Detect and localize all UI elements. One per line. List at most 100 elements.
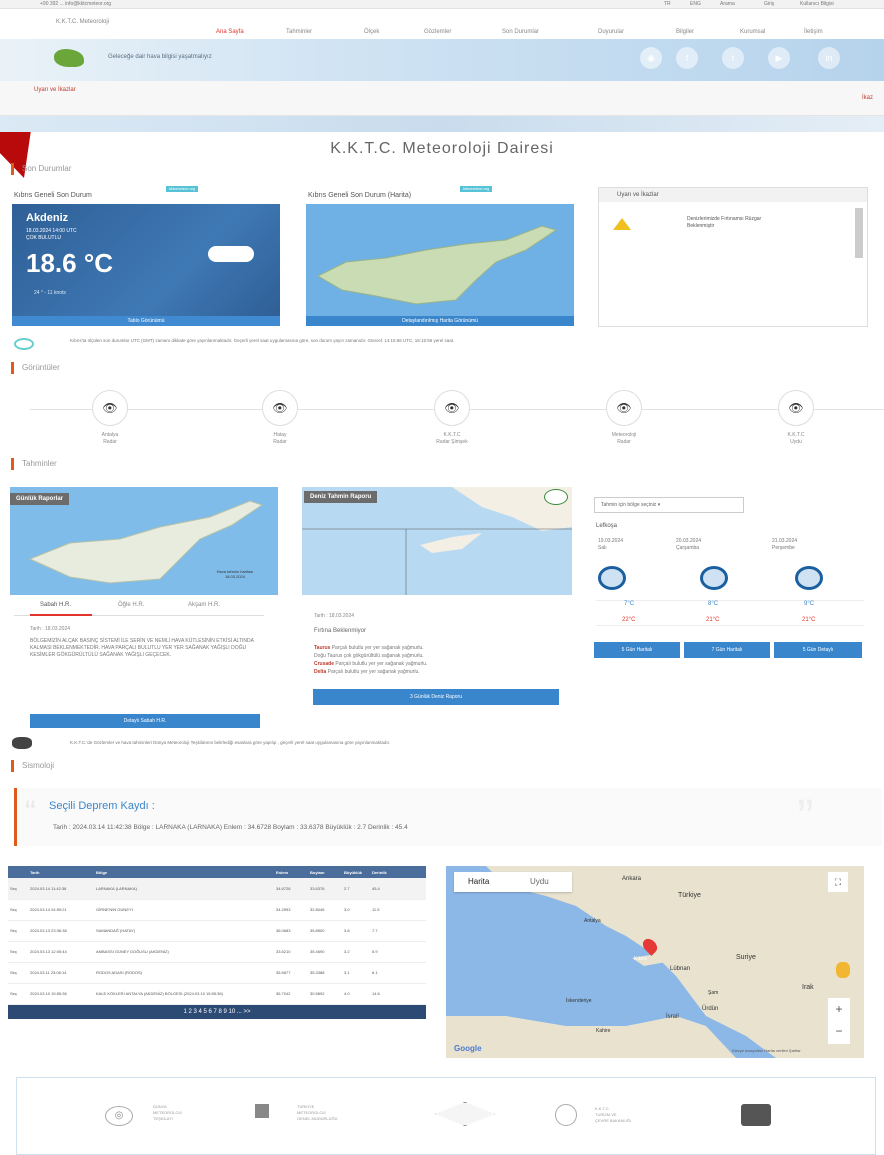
- tab-morning[interactable]: Sabah H.R.: [40, 602, 71, 608]
- warning-text[interactable]: Denizlerimizde Fırtınamsı Rüzgar Beklenm…: [687, 216, 777, 230]
- seal-icon[interactable]: [555, 1104, 577, 1126]
- pagination[interactable]: 1 2 3 4 5 6 7 8 9 10 ... >>: [8, 1004, 426, 1019]
- nav-forecasts[interactable]: Tahminler: [286, 29, 312, 35]
- map-label: İsrail: [666, 1014, 679, 1020]
- nav-info[interactable]: Bilgiler: [676, 29, 694, 35]
- search-link[interactable]: Arama: [720, 1, 735, 7]
- street-view-icon[interactable]: [836, 962, 850, 978]
- rss-icon[interactable]: ◉: [640, 47, 662, 69]
- detailed-morning-button[interactable]: Detaylı Sabah H.R.: [30, 714, 260, 728]
- cyprus-shape: [316, 225, 558, 305]
- 7-day-map-button[interactable]: 7 Gün Haritalı: [684, 642, 770, 658]
- quake-map[interactable]: Harita Uydu ⛶ Ankara Türkiye Antalya Sur…: [446, 866, 864, 1058]
- main-nav: K.K.T.C. Meteoroloji Ana Sayfa Tahminler…: [0, 9, 884, 39]
- nav-home[interactable]: Ana Sayfa: [216, 29, 244, 35]
- table-row[interactable]: Seç 2024.03.14 04:59:21 GİRNE'NİN GÜNEYİ 34…: [8, 899, 426, 921]
- report-date: Tarih : 18.03.2024: [30, 626, 71, 632]
- radar-label-4: Meteoroloji Radar: [611, 432, 637, 445]
- region-name: Akdeniz: [26, 212, 69, 224]
- zoom-controls[interactable]: + −: [828, 998, 850, 1044]
- table-view-button[interactable]: Tablo Görünümü: [12, 316, 280, 326]
- max-temp-1: 22°C: [622, 617, 636, 623]
- wind-info: 24 ° - 11 knots: [34, 290, 66, 296]
- diamond-icon[interactable]: [435, 1102, 495, 1126]
- map-label: Kahire: [596, 1028, 611, 1034]
- user-link[interactable]: Kullanıcı Bilgisi: [800, 1, 834, 7]
- logo-icon: [544, 489, 568, 505]
- rain-icon: [700, 566, 728, 590]
- nav-observations[interactable]: Gözlemler: [424, 29, 451, 35]
- nav-scale[interactable]: Ölçek: [364, 29, 379, 35]
- linkedin-icon[interactable]: in: [818, 47, 840, 69]
- radar-kktc-eye-icon[interactable]: 👁: [434, 390, 470, 426]
- region-select[interactable]: Tahmin için bölge seçiniz ▾: [594, 497, 744, 513]
- section-forecast: Tahminler: [11, 458, 57, 470]
- scrollbar[interactable]: [855, 208, 863, 258]
- fullscreen-icon[interactable]: ⛶: [828, 872, 848, 892]
- facebook-icon[interactable]: f: [676, 47, 698, 69]
- map-label: Türkiye: [678, 892, 701, 899]
- youtube-icon[interactable]: ▶: [768, 47, 790, 69]
- table-row[interactable]: Seç 2024.03.13 23:36:38 SAMANDAĞ (HATAY) 36…: [8, 920, 426, 942]
- nav-contact[interactable]: İletişim: [804, 29, 823, 35]
- map-label: Irak: [802, 984, 814, 991]
- tab-map[interactable]: Harita: [468, 877, 489, 886]
- temperature: 18.6 °C: [26, 248, 114, 278]
- col-date: Tarih: [28, 866, 94, 878]
- radar-meteo-eye-icon[interactable]: 👁: [606, 390, 642, 426]
- tab-evening[interactable]: Akşam H.R.: [188, 602, 220, 608]
- quote-icon: “: [25, 794, 36, 830]
- cyprus-map[interactable]: Detaylandırılmış Harita Görünümü: [306, 204, 574, 326]
- map-type-tabs: Harita Uydu: [454, 872, 572, 892]
- city-name: Lefkoşa: [596, 523, 618, 529]
- map-label: İskenderiye: [566, 998, 592, 1004]
- nav-current[interactable]: Son Durumlar: [502, 29, 539, 35]
- 5-day-map-button[interactable]: 5 Gün Haritalı: [594, 642, 680, 658]
- table-row[interactable]: Seç 2024.03.14 11:42:38 LARNAKA (LARNAKA) 3…: [8, 878, 426, 900]
- sea-forecast-map[interactable]: Deniz Tahmin Raporu: [302, 487, 572, 595]
- top-bar: +90 392 ... info@kktcmeteor.org TR ENG A…: [0, 0, 884, 9]
- tab-noon[interactable]: Öğle H.R.: [118, 602, 144, 608]
- warnings-link[interactable]: İkaz: [862, 95, 873, 101]
- radar-antalya-eye-icon[interactable]: 👁: [92, 390, 128, 426]
- nav-announcements[interactable]: Duyurular: [598, 29, 624, 35]
- logo-text: K.K.T.C. TURİZM VE ÇEVRE BAKANLIĞI: [595, 1106, 632, 1123]
- temps-row: 7°C 22°C 8°C 21°C 9°C 21°C: [596, 600, 864, 626]
- radar-hatay-eye-icon[interactable]: 👁: [262, 390, 298, 426]
- login-link[interactable]: Giriş: [764, 1, 774, 7]
- lang-eng[interactable]: ENG: [690, 1, 701, 7]
- report-text: BÖLGEMİZİN ALÇAK BASINÇ SİSTEMİ İLE SERİ…: [30, 638, 254, 658]
- table-row[interactable]: Seç 2024.03.13 12:05:44 AMBASSI GÜNEY DOĞU…: [8, 941, 426, 963]
- min-temp-1: 7°C: [624, 601, 635, 607]
- tab-satellite[interactable]: Uydu: [530, 877, 549, 886]
- col-mag: Büyüklük: [342, 866, 370, 878]
- flag-icon[interactable]: [255, 1104, 269, 1118]
- radar-label-2: Hatay Radar: [273, 432, 287, 445]
- nav-corporate[interactable]: Kurumsal: [740, 29, 765, 35]
- wmo-line: K.K.T.C.'de Gözlemler ve hava tahminleri…: [70, 740, 391, 745]
- partner-logos: ◎ DÜNYA METEOROLOJİ TEŞKİLATI TÜRKİYE METEO…: [16, 1077, 876, 1155]
- sea-map-shape: [302, 487, 572, 595]
- globe-icon[interactable]: ◎: [105, 1106, 133, 1126]
- detailed-map-button[interactable]: Detaylandırılmış Harita Görünümü: [306, 316, 574, 326]
- daily-report-tag: Günlük Raporlar: [10, 493, 70, 505]
- brand-name[interactable]: K.K.T.C. Meteoroloji: [56, 19, 109, 25]
- daily-report-map[interactable]: Günlük Raporlar Hava tahmin haritası 18.…: [10, 487, 278, 595]
- warnings-title[interactable]: Uyarı ve İkazlar: [34, 87, 76, 93]
- map-label: Ankara: [622, 876, 642, 882]
- col-lon: Boylam: [308, 866, 342, 878]
- phone-icon[interactable]: [741, 1104, 771, 1126]
- sea-report-button[interactable]: 3 Günlük Deniz Raporu: [313, 689, 559, 705]
- max-temp-3: 21°C: [802, 617, 816, 623]
- 5-day-detail-button[interactable]: 5 Gün Detaylı: [774, 642, 862, 658]
- quote-icon: ”: [797, 789, 814, 845]
- sea-lines: Taurus Parçalı bulutlu yer yer sağanak y…: [314, 645, 428, 675]
- table-row[interactable]: Seç 2024.03.11 23:06:14 RODOS ADASI (RODOS…: [8, 962, 426, 984]
- twitter-icon[interactable]: t: [722, 47, 744, 69]
- map-attribution[interactable]: Klavye kısayolları Harita verileri Şartl…: [732, 1048, 801, 1053]
- table-row[interactable]: Seç 2024.03.10 15:55:36 KALE KÖKLERİ ANTAL…: [8, 983, 426, 1005]
- section-current: Son Durumlar: [11, 163, 71, 175]
- satellite-eye-icon[interactable]: 👁: [778, 390, 814, 426]
- lang-tr[interactable]: TR: [664, 1, 671, 7]
- warnings-card-title: Uyarı ve İkazlar: [599, 188, 867, 202]
